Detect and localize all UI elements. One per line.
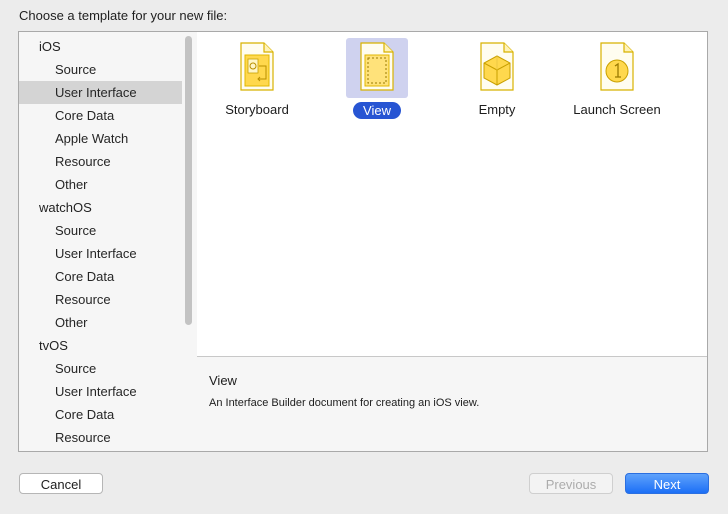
next-button[interactable]: Next [625, 473, 709, 494]
template-chooser: iOS Source User Interface Core Data Appl… [18, 31, 708, 452]
template-launch-screen[interactable]: Launch Screen [557, 36, 677, 120]
view-icon [346, 38, 408, 98]
sidebar-item-tvos-source[interactable]: Source [19, 357, 182, 380]
sidebar-list: iOS Source User Interface Core Data Appl… [19, 35, 182, 449]
template-grid: Storyboard View Empty Launch Screen [197, 32, 707, 356]
sidebar-scrollbar[interactable] [182, 32, 196, 451]
sidebar-item-tvos-resource[interactable]: Resource [19, 426, 182, 449]
sidebar: iOS Source User Interface Core Data Appl… [19, 32, 198, 451]
sidebar-item-ios-user-interface[interactable]: User Interface [19, 81, 182, 104]
cancel-button[interactable]: Cancel [19, 473, 103, 494]
template-view[interactable]: View [317, 36, 437, 120]
empty-icon [466, 38, 528, 98]
sidebar-item-watchos-resource[interactable]: Resource [19, 288, 182, 311]
sidebar-item-ios-resource[interactable]: Resource [19, 150, 182, 173]
template-label: Storyboard [225, 102, 289, 117]
template-label: Launch Screen [573, 102, 661, 117]
sidebar-scroll-thumb[interactable] [185, 36, 192, 325]
description-text: An Interface Builder document for creati… [209, 397, 480, 409]
sidebar-item-tvos-user-interface[interactable]: User Interface [19, 380, 182, 403]
template-storyboard[interactable]: Storyboard [197, 36, 317, 120]
template-label: Empty [478, 102, 516, 117]
sidebar-item-ios-core-data[interactable]: Core Data [19, 104, 182, 127]
storyboard-icon [226, 38, 288, 98]
template-label: View [317, 102, 437, 119]
sidebar-item-ios-other[interactable]: Other [19, 173, 182, 196]
template-empty[interactable]: Empty [437, 36, 557, 120]
dialog-title: Choose a template for your new file: [19, 8, 228, 23]
template-label-text: View [353, 102, 401, 119]
sidebar-item-watchos-other[interactable]: Other [19, 311, 182, 334]
launch-screen-icon [586, 38, 648, 98]
sidebar-item-watchos-source[interactable]: Source [19, 219, 182, 242]
sidebar-item-ios-source[interactable]: Source [19, 58, 182, 81]
sidebar-platform-tvos[interactable]: tvOS [19, 334, 182, 357]
sidebar-item-ios-apple-watch[interactable]: Apple Watch [19, 127, 182, 150]
sidebar-item-watchos-user-interface[interactable]: User Interface [19, 242, 182, 265]
template-area: Storyboard View Empty Launch Screen View… [197, 32, 707, 451]
sidebar-platform-ios[interactable]: iOS [19, 35, 182, 58]
description-title: View [209, 373, 237, 388]
sidebar-item-tvos-core-data[interactable]: Core Data [19, 403, 182, 426]
sidebar-item-watchos-core-data[interactable]: Core Data [19, 265, 182, 288]
sidebar-platform-watchos[interactable]: watchOS [19, 196, 182, 219]
previous-button[interactable]: Previous [529, 473, 613, 494]
template-description: View An Interface Builder document for c… [197, 357, 707, 451]
